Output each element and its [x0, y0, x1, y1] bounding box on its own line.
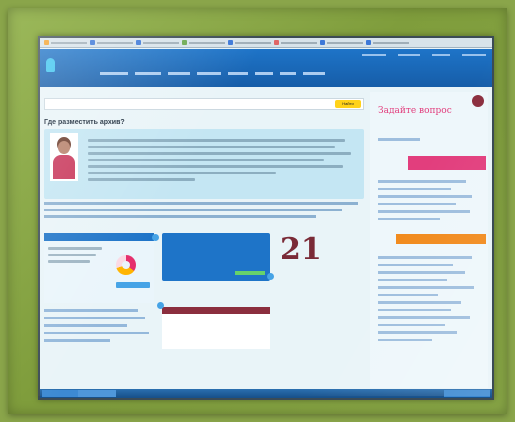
- bookmark-item[interactable]: [90, 40, 133, 45]
- bookmark-icon: [320, 40, 325, 45]
- bookmark-icon: [274, 40, 279, 45]
- main-nav: [100, 72, 325, 75]
- nav-item[interactable]: [303, 72, 325, 75]
- big-number: 21: [280, 232, 322, 267]
- nav-item[interactable]: [135, 72, 161, 75]
- browser-bookmarks-bar: [40, 38, 492, 48]
- nav-item[interactable]: [228, 72, 248, 75]
- article-title: Где разместить архив?: [44, 119, 125, 126]
- top-link[interactable]: [432, 54, 450, 56]
- nav-item[interactable]: [280, 72, 296, 75]
- top-link[interactable]: [398, 54, 420, 56]
- bookmark-icon: [136, 40, 141, 45]
- pink-promo-box[interactable]: [408, 156, 486, 170]
- bookmark-item[interactable]: [44, 40, 87, 45]
- rates-badge-icon: [157, 302, 164, 309]
- bookmark-icon: [44, 40, 49, 45]
- start-button[interactable]: [42, 390, 80, 397]
- bookmark-item[interactable]: [274, 40, 317, 45]
- widget-header: [44, 233, 154, 241]
- taskbar-item[interactable]: [78, 390, 116, 397]
- info-badge-icon: [152, 234, 159, 241]
- center-panel-title: [162, 233, 270, 237]
- widget-text: [48, 247, 108, 267]
- author-body: [53, 155, 75, 179]
- avatar[interactable]: [472, 95, 484, 107]
- right-text-1: [378, 138, 482, 146]
- monitor-screen: Найти Где разместить архив? 21 Задайте в…: [38, 36, 494, 400]
- bookmark-icon: [366, 40, 371, 45]
- bookmark-item[interactable]: [136, 40, 179, 45]
- right-text-3[interactable]: [378, 256, 482, 346]
- rates-widget: [162, 307, 270, 349]
- bookmark-item[interactable]: [228, 40, 271, 45]
- ask-question-title[interactable]: Задайте вопрос: [378, 106, 452, 116]
- top-link[interactable]: [362, 54, 386, 56]
- bookmark-item[interactable]: [320, 40, 363, 45]
- bookmark-icon: [90, 40, 95, 45]
- bookmark-item[interactable]: [182, 40, 225, 45]
- top-link[interactable]: [462, 54, 486, 56]
- nav-item[interactable]: [168, 72, 190, 75]
- top-right-links: [362, 54, 486, 56]
- center-info-panel[interactable]: [162, 233, 270, 281]
- article-text: [88, 139, 356, 185]
- article-card: [44, 129, 364, 199]
- author-photo: [50, 133, 78, 181]
- bookmark-icon: [228, 40, 233, 45]
- site-header: [40, 49, 492, 87]
- logo-icon: [46, 58, 55, 72]
- rates-title: [162, 307, 270, 314]
- site-logo[interactable]: [46, 58, 55, 72]
- bookmark-icon: [182, 40, 187, 45]
- nav-item[interactable]: [100, 72, 128, 75]
- os-taskbar: [40, 389, 492, 398]
- nav-item[interactable]: [197, 72, 221, 75]
- right-sidebar: Задайте вопрос: [370, 92, 488, 388]
- pie-chart-icon: [116, 255, 136, 275]
- green-highlight: [235, 271, 265, 275]
- right-text-2[interactable]: [378, 180, 482, 225]
- system-tray: [444, 390, 490, 397]
- search-button[interactable]: Найти: [335, 100, 361, 108]
- orange-promo-box[interactable]: [396, 234, 486, 244]
- main-content: Найти Где разместить архив? 21: [44, 92, 366, 392]
- author-head: [58, 141, 70, 154]
- link-list: [44, 306, 154, 347]
- bookmark-item[interactable]: [366, 40, 409, 45]
- panel-badge-icon: [267, 273, 274, 280]
- widget-body: [44, 241, 154, 303]
- widget-button[interactable]: [116, 282, 150, 288]
- nav-item[interactable]: [255, 72, 273, 75]
- search-field[interactable]: Найти: [44, 98, 364, 110]
- tags-row[interactable]: [44, 202, 364, 222]
